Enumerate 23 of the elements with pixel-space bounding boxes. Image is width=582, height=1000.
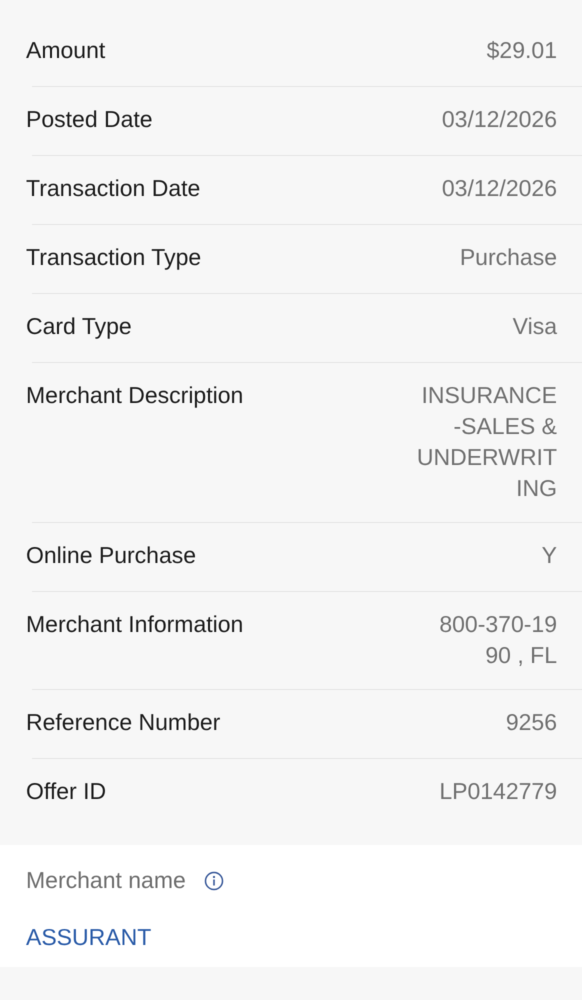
detail-value: Visa <box>512 312 557 341</box>
detail-label: Merchant Information <box>26 610 244 639</box>
detail-value: $29.01 <box>486 36 557 65</box>
detail-value: INSURANCE -SALES & UNDERWRIT ING <box>416 381 557 503</box>
detail-value: 03/12/2026 <box>442 105 557 134</box>
detail-label: Merchant Description <box>26 381 244 410</box>
detail-value: 9256 <box>506 708 557 737</box>
detail-value: 800-370-19 90 , FL <box>439 610 557 670</box>
detail-value: Y <box>542 541 557 570</box>
detail-label: Card Type <box>26 312 132 341</box>
merchant-name-label: Merchant name <box>26 866 186 895</box>
detail-label: Online Purchase <box>26 541 196 570</box>
detail-label: Amount <box>26 36 106 65</box>
detail-label: Reference Number <box>26 708 220 737</box>
detail-label: Transaction Type <box>26 243 202 272</box>
detail-label: Offer ID <box>26 777 106 806</box>
detail-value: LP0142779 <box>439 777 557 806</box>
detail-label: Transaction Date <box>26 174 200 203</box>
merchant-name-link[interactable]: ASSURANT <box>26 922 152 953</box>
detail-value: Purchase <box>460 243 557 272</box>
info-icon[interactable] <box>204 870 224 890</box>
detail-value: 03/12/2026 <box>442 174 557 203</box>
detail-label: Posted Date <box>26 105 153 134</box>
